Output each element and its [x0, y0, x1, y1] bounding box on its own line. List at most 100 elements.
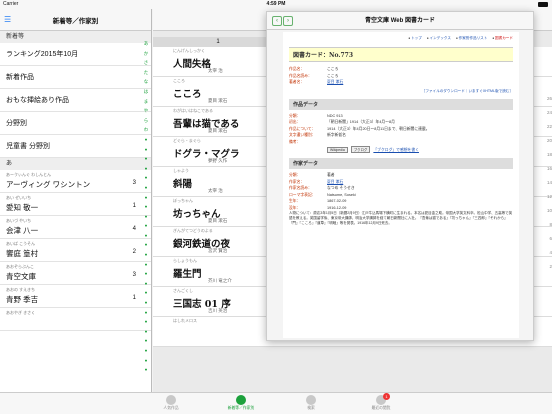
scroll-index[interactable]: 26 24 22 20 18 16 14 12 10 8 6 4 2 [540, 92, 552, 274]
section-index[interactable]: あかさたなはまやらわ ● ● ● ● ● ● ● ● ● ● ● ● ● ● ● ● ● ● ● ● ● ● ● ● ● [141, 39, 151, 379]
index-letter[interactable]: な [144, 77, 149, 87]
link-card[interactable]: 図書カード [492, 36, 513, 41]
index-letter[interactable]: ● [145, 346, 148, 356]
index-letter[interactable]: ● [145, 145, 148, 155]
index-letter[interactable]: ま [144, 97, 149, 107]
index-letter[interactable]: は [144, 87, 149, 97]
author-kana: あいば こうそん [6, 241, 36, 246]
index-letter[interactable]: ● [145, 231, 148, 241]
index-letter[interactable]: さ [144, 58, 149, 68]
author-row[interactable]: あい ぜいいち 愛知 敬一 1 [0, 193, 151, 216]
menu-item-by-genre[interactable]: 分野別 [0, 112, 151, 135]
index-letter[interactable]: ● [145, 356, 148, 366]
index-letter[interactable]: ● [145, 269, 148, 279]
tab-recent[interactable]: 1 最近の閲覧 [363, 393, 399, 414]
index-letter[interactable]: ● [145, 173, 148, 183]
author-row[interactable]: あおやぎ きさく [0, 308, 151, 331]
work-title: こころ [173, 89, 202, 100]
card-row-value[interactable]: 夏目 漱石 [327, 79, 513, 86]
tab-new-authors[interactable]: 新着等／作家別 [223, 393, 259, 414]
wikipedia-button[interactable]: Wikipedia [327, 147, 348, 153]
index-letter[interactable]: ● [145, 288, 148, 298]
author-row[interactable]: あーゔぃんぐ わしんとん アーヴィング ワシントン 3 [0, 170, 151, 193]
index-letter[interactable]: ● [145, 135, 148, 145]
author-name: アーヴィング ワシントン [6, 180, 91, 189]
author-count: 4 [132, 226, 136, 232]
scroll-index-mark[interactable]: 14 [540, 176, 552, 190]
scroll-index-mark[interactable]: 8 [540, 218, 552, 232]
author-row[interactable]: あおぞらぶんこ 青空文庫 3 [0, 262, 151, 285]
index-letter[interactable]: ら [144, 116, 149, 126]
tab-popular[interactable]: 人気作品 [153, 393, 189, 414]
section-header-a: あ [0, 158, 151, 170]
index-letter[interactable]: ● [145, 250, 148, 260]
back-icon[interactable]: ‹ [272, 16, 282, 26]
scroll-index-mark[interactable]: 22 [540, 120, 552, 134]
card-content: トップ インデックス 作家別作品リスト 図書カード 図書カード：No.773 作… [283, 32, 519, 338]
index-letter[interactable]: ● [145, 240, 148, 250]
scroll-index-mark[interactable]: 26 [540, 92, 552, 106]
author-row[interactable]: あいづ やいち 会津 八一 4 [0, 216, 151, 239]
menu-item-illustrated[interactable]: おもな挿絵あり作品 [0, 89, 151, 112]
forward-icon[interactable]: › [283, 16, 293, 26]
index-letter[interactable]: か [144, 49, 149, 59]
author-list: あーゔぃんぐ わしんとん アーヴィング ワシントン 3 あい ぜいいち 愛知 敬… [0, 170, 151, 331]
work-author: 宮沢 賢治 [208, 248, 228, 253]
index-letter[interactable]: ● [145, 336, 148, 346]
menu-item-new[interactable]: 新着作品 [0, 66, 151, 89]
scroll-index-mark[interactable]: 4 [540, 246, 552, 260]
work-kana: わがはいはねこである [173, 108, 213, 113]
index-letter[interactable]: や [144, 106, 149, 116]
author-row[interactable]: あいば こうそん 饗庭 篁村 2 [0, 239, 151, 262]
scroll-index-mark[interactable]: 12 [540, 190, 552, 204]
work-kana: こころ [173, 78, 185, 83]
index-letter[interactable]: ● [145, 298, 148, 308]
index-letter[interactable]: た [144, 68, 149, 78]
index-letter[interactable]: ● [145, 212, 148, 222]
scroll-index-mark[interactable]: 6 [540, 232, 552, 246]
index-letter[interactable]: ● [145, 279, 148, 289]
index-letter[interactable]: ● [145, 221, 148, 231]
sidebar-toggle-icon[interactable]: ☰ [4, 15, 11, 24]
index-letter[interactable]: あ [144, 39, 149, 49]
author-count: 1 [132, 203, 136, 209]
scroll-index-mark[interactable]: 10 [540, 204, 552, 218]
index-letter[interactable]: ● [145, 154, 148, 164]
download-links[interactable]: ［ファイルのダウンロード｜いますぐXHTML版で読む］ [289, 89, 513, 94]
index-letter[interactable]: ● [145, 183, 148, 193]
index-letter[interactable]: ● [145, 260, 148, 270]
author-count: 3 [132, 272, 136, 278]
index-letter[interactable]: ● [145, 365, 148, 375]
index-letter[interactable]: ● [145, 193, 148, 203]
index-letter[interactable]: ● [145, 202, 148, 212]
scroll-index-mark[interactable]: 24 [540, 106, 552, 120]
link-author-works[interactable]: 作家別作品リスト [456, 36, 488, 41]
tab-bar: 人気作品 新着等／作家別 検索 1 最近の閲覧 [0, 392, 552, 414]
tab-search[interactable]: 検索 [293, 393, 329, 414]
link-top[interactable]: トップ [408, 36, 422, 41]
index-letter[interactable]: ● [145, 327, 148, 337]
scroll-index-mark[interactable]: 16 [540, 162, 552, 176]
index-letter[interactable]: ● [145, 308, 148, 318]
scroll-index-mark[interactable]: 20 [540, 134, 552, 148]
author-name: 青空文庫 [6, 272, 36, 281]
index-letter[interactable]: わ [144, 125, 149, 135]
work-kana: にんげんしっかく [173, 48, 205, 53]
scroll-index-mark[interactable]: 2 [540, 260, 552, 274]
work-author: 夏目 漱石 [208, 218, 228, 223]
author-row[interactable]: あおの すえきち 青野 季吉 1 [0, 285, 151, 308]
index-letter[interactable]: ● [145, 317, 148, 327]
review-link[interactable]: 「ブクログ」で感想を書く [373, 148, 419, 152]
scroll-index-mark[interactable]: 18 [540, 148, 552, 162]
work-author: 太宰 治 [208, 68, 223, 73]
index-letter[interactable]: ● [145, 164, 148, 174]
menu-item-ranking[interactable]: ランキング2015年10月 [0, 43, 151, 66]
link-index[interactable]: インデックス [427, 36, 451, 41]
author-kana: あおぞらぶんこ [6, 264, 34, 269]
author-name: 会津 八一 [6, 226, 39, 235]
menu-item-children-genre[interactable]: 児童書 分野別 [0, 135, 151, 158]
clock: 4:59 PM [266, 1, 286, 7]
author-count: 2 [132, 249, 136, 255]
booklog-button[interactable]: ブクログ [350, 146, 371, 153]
author-kana: あおやぎ きさく [6, 310, 36, 315]
